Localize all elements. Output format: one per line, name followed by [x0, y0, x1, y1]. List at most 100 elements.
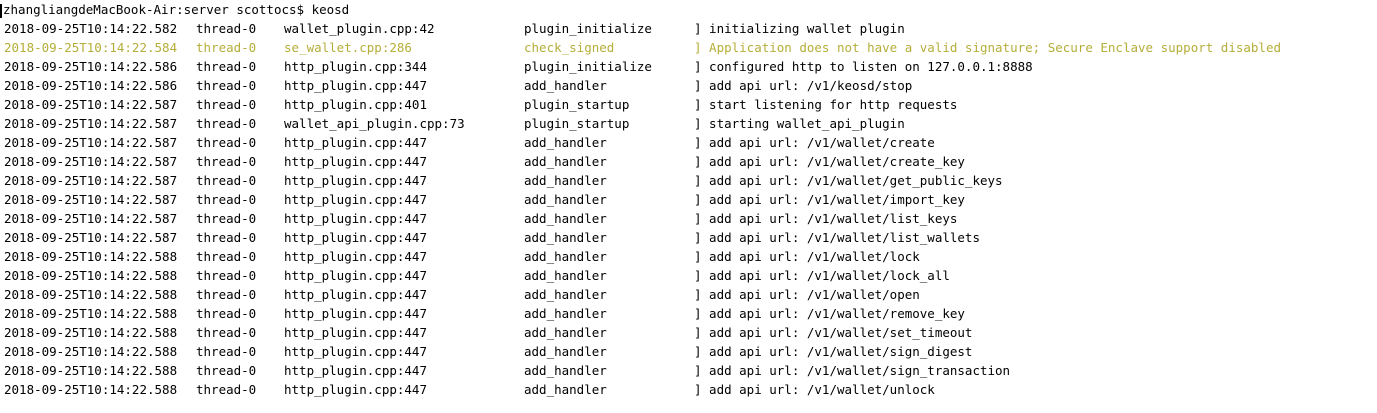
log-message: ] add api url: /v1/wallet/lock — [694, 249, 920, 264]
log-function: add_handler — [524, 287, 607, 302]
prompt-host: zhangliangdeMacBook-Air:server — [3, 2, 229, 17]
log-timestamp: 2018-09-25T10:14:22.588 — [4, 363, 178, 378]
log-timestamp: 2018-09-25T10:14:22.588 — [4, 249, 178, 264]
log-thread: thread-0 — [196, 249, 257, 264]
log-source-file: wallet_api_plugin.cpp:73 — [284, 116, 465, 131]
log-thread: thread-0 — [196, 97, 257, 112]
prompt-user: scottocs$ — [236, 2, 305, 17]
log-message: ] add api url: /v1/wallet/set_timeout — [694, 325, 973, 340]
log-source-file: http_plugin.cpp:447 — [284, 363, 427, 378]
log-timestamp: 2018-09-25T10:14:22.587 — [4, 211, 178, 226]
log-thread: thread-0 — [196, 230, 257, 245]
log-source-file: http_plugin.cpp:447 — [284, 382, 427, 397]
log-function: add_handler — [524, 344, 607, 359]
log-source-file: http_plugin.cpp:447 — [284, 192, 427, 207]
log-timestamp: 2018-09-25T10:14:22.588 — [4, 268, 178, 283]
log-function: add_handler — [524, 211, 607, 226]
log-thread: thread-0 — [196, 21, 257, 36]
log-function: plugin_startup — [524, 116, 630, 131]
log-function: add_handler — [524, 78, 607, 93]
log-function: plugin_initialize — [524, 59, 652, 74]
log-function: add_handler — [524, 173, 607, 188]
log-line: 2018-09-25T10:14:22.582 thread-0 wallet_pl… — [0, 19, 1377, 38]
log-thread: thread-0 — [196, 59, 257, 74]
log-source-file: http_plugin.cpp:447 — [284, 211, 427, 226]
log-source-file: http_plugin.cpp:447 — [284, 230, 427, 245]
log-timestamp: 2018-09-25T10:14:22.584 — [4, 40, 178, 55]
log-message: ] add api url: /v1/wallet/open — [694, 287, 920, 302]
log-line: 2018-09-25T10:14:22.588 thread-0 http_plug… — [0, 285, 1377, 304]
log-message: ] configured http to listen on 127.0.0.1… — [694, 59, 1033, 74]
log-message: ] add api url: /v1/wallet/remove_key — [694, 306, 965, 321]
log-timestamp: 2018-09-25T10:14:22.587 — [4, 192, 178, 207]
log-thread: thread-0 — [196, 344, 257, 359]
log-function: add_handler — [524, 249, 607, 264]
log-source-file: http_plugin.cpp:447 — [284, 287, 427, 302]
log-message: ] starting wallet_api_plugin — [694, 116, 905, 131]
log-thread: thread-0 — [196, 287, 257, 302]
log-source-file: http_plugin.cpp:447 — [284, 135, 427, 150]
log-message: ] add api url: /v1/wallet/import_key — [694, 192, 965, 207]
log-timestamp: 2018-09-25T10:14:22.587 — [4, 173, 178, 188]
log-message: ] add api url: /v1/wallet/unlock — [694, 382, 935, 397]
log-source-file: http_plugin.cpp:447 — [284, 249, 427, 264]
log-timestamp: 2018-09-25T10:14:22.588 — [4, 287, 178, 302]
log-thread: thread-0 — [196, 363, 257, 378]
log-function: plugin_initialize — [524, 21, 652, 36]
log-thread: thread-0 — [196, 78, 257, 93]
log-source-file: http_plugin.cpp:447 — [284, 268, 427, 283]
log-line: 2018-09-25T10:14:22.584 thread-0 se_wallet… — [0, 38, 1377, 57]
log-line: 2018-09-25T10:14:22.587 thread-0 http_plug… — [0, 95, 1377, 114]
log-thread: thread-0 — [196, 325, 257, 340]
log-timestamp: 2018-09-25T10:14:22.588 — [4, 306, 178, 321]
prompt-command: keosd — [311, 2, 350, 17]
log-message: ] initializing wallet plugin — [694, 21, 905, 36]
log-timestamp: 2018-09-25T10:14:22.587 — [4, 97, 178, 112]
log-message: ] add api url: /v1/wallet/sign_digest — [694, 344, 973, 359]
log-source-file: http_plugin.cpp:447 — [284, 173, 427, 188]
log-function: check_signed — [524, 40, 615, 55]
log-line: 2018-09-25T10:14:22.588 thread-0 http_plug… — [0, 247, 1377, 266]
log-message: ] add api url: /v1/wallet/list_keys — [694, 211, 958, 226]
log-timestamp: 2018-09-25T10:14:22.588 — [4, 344, 178, 359]
log-line: 2018-09-25T10:14:22.587 thread-0 http_plug… — [0, 228, 1377, 247]
log-source-file: http_plugin.cpp:447 — [284, 78, 427, 93]
log-source-file: http_plugin.cpp:401 — [284, 97, 427, 112]
log-source-file: wallet_plugin.cpp:42 — [284, 21, 435, 36]
log-message: ] add api url: /v1/wallet/list_wallets — [694, 230, 980, 245]
log-function: add_handler — [524, 363, 607, 378]
log-line: 2018-09-25T10:14:22.588 thread-0 http_plug… — [0, 342, 1377, 361]
log-timestamp: 2018-09-25T10:14:22.586 — [4, 78, 178, 93]
log-source-file: http_plugin.cpp:447 — [284, 306, 427, 321]
log-message: ] start listening for http requests — [694, 97, 958, 112]
shell-prompt-line: zhangliangdeMacBook-Air:server scottocs$… — [0, 0, 349, 19]
terminal-window[interactable]: zhangliangdeMacBook-Air:server scottocs$… — [0, 0, 1377, 413]
log-function: add_handler — [524, 192, 607, 207]
log-line: 2018-09-25T10:14:22.587 thread-0 http_plug… — [0, 190, 1377, 209]
log-line: 2018-09-25T10:14:22.587 thread-0 http_plug… — [0, 209, 1377, 228]
log-thread: thread-0 — [196, 40, 257, 55]
log-line: 2018-09-25T10:14:22.587 thread-0 http_plug… — [0, 152, 1377, 171]
log-source-file: http_plugin.cpp:447 — [284, 154, 427, 169]
log-timestamp: 2018-09-25T10:14:22.582 — [4, 21, 178, 36]
log-timestamp: 2018-09-25T10:14:22.587 — [4, 116, 178, 131]
log-thread: thread-0 — [196, 382, 257, 397]
log-thread: thread-0 — [196, 173, 257, 188]
log-output: 2018-09-25T10:14:22.582 thread-0 wallet_pl… — [0, 19, 1377, 399]
log-timestamp: 2018-09-25T10:14:22.587 — [4, 230, 178, 245]
log-line: 2018-09-25T10:14:22.586 thread-0 http_plug… — [0, 76, 1377, 95]
log-thread: thread-0 — [196, 135, 257, 150]
log-message: ] add api url: /v1/wallet/create_key — [694, 154, 965, 169]
log-line: 2018-09-25T10:14:22.588 thread-0 http_plug… — [0, 380, 1377, 399]
log-line: 2018-09-25T10:14:22.587 thread-0 http_plug… — [0, 171, 1377, 190]
log-line: 2018-09-25T10:14:22.587 thread-0 wallet_ap… — [0, 114, 1377, 133]
log-line: 2018-09-25T10:14:22.586 thread-0 http_plug… — [0, 57, 1377, 76]
log-function: add_handler — [524, 135, 607, 150]
log-message: ] add api url: /v1/wallet/lock_all — [694, 268, 950, 283]
log-timestamp: 2018-09-25T10:14:22.588 — [4, 325, 178, 340]
log-message: ] add api url: /v1/keosd/stop — [694, 78, 913, 93]
log-source-file: http_plugin.cpp:344 — [284, 59, 427, 74]
log-message: ] add api url: /v1/wallet/create — [694, 135, 935, 150]
log-thread: thread-0 — [196, 306, 257, 321]
log-function: add_handler — [524, 230, 607, 245]
